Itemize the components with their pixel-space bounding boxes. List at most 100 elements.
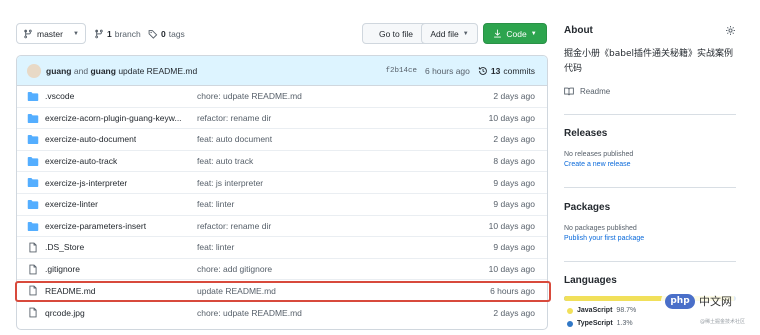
- file-commit-message[interactable]: refactor: rename dir: [197, 113, 271, 123]
- file-date: 10 days ago: [488, 264, 535, 275]
- file-commit-message[interactable]: chore: add gitignore: [197, 264, 272, 274]
- file-name[interactable]: exercize-acorn-plugin-guang-keyw...: [45, 113, 182, 123]
- language-percent: 1.3%: [616, 320, 633, 327]
- commits-count: 13: [490, 66, 501, 76]
- file-row[interactable]: README.md update README.md 6 hours ago: [17, 280, 547, 302]
- language-typescript[interactable]: TypeScript 1.3%: [567, 320, 633, 327]
- go-to-file-button[interactable]: Go to file: [362, 23, 430, 44]
- file-commit-message[interactable]: feat: auto document: [197, 134, 272, 144]
- commit-message[interactable]: update README.md: [118, 66, 197, 76]
- file-row[interactable]: .vscode chore: udpate README.md 2 days ago: [17, 86, 547, 108]
- watermark-text: 中文网: [699, 295, 732, 308]
- file-name[interactable]: exercize-js-interpreter: [45, 178, 127, 188]
- file-name[interactable]: exercize-parameters-insert: [45, 221, 146, 231]
- file-name[interactable]: .DS_Store: [45, 242, 84, 252]
- file-icon: [29, 285, 37, 296]
- file-row[interactable]: exercize-linter feat: linter 9 days ago: [17, 194, 547, 216]
- language-dot-icon: [567, 320, 573, 327]
- file-row[interactable]: .DS_Store feat: linter 9 days ago: [17, 237, 547, 259]
- file-commit-message[interactable]: feat: auto track: [197, 156, 253, 166]
- folder-icon: [27, 113, 39, 123]
- commit-and: and: [73, 65, 89, 76]
- packages-empty-text: No packages published: [564, 225, 637, 232]
- file-commit-message[interactable]: feat: linter: [197, 199, 234, 209]
- chevron-down-icon: ▼: [462, 30, 469, 37]
- file-row[interactable]: exercize-acorn-plugin-guang-keyw... refac…: [17, 108, 547, 130]
- file-name[interactable]: .vscode: [45, 91, 74, 101]
- file-icon: [29, 242, 37, 253]
- tags-link[interactable]: 0 tags: [148, 23, 185, 44]
- language-percent: 98.7%: [616, 307, 637, 314]
- branches-label: branch: [114, 28, 141, 39]
- folder-icon: [27, 135, 39, 145]
- folder-icon: [27, 199, 39, 209]
- go-to-file-label: Go to file: [378, 28, 414, 39]
- divider: [564, 114, 736, 115]
- file-commit-message[interactable]: update README.md: [197, 286, 276, 296]
- commits-link[interactable]: 13 commits: [478, 66, 535, 76]
- file-date: 9 days ago: [493, 242, 535, 253]
- file-row[interactable]: exercize-parameters-insert refactor: rena…: [17, 216, 547, 238]
- file-date: 10 days ago: [488, 112, 535, 123]
- branch-select-button[interactable]: master ▼: [16, 23, 86, 44]
- readme-label: Readme: [580, 87, 611, 96]
- file-commit-message[interactable]: refactor: rename dir: [197, 221, 271, 231]
- file-date: 8 days ago: [493, 156, 535, 167]
- create-release-link[interactable]: Create a new release: [564, 161, 631, 168]
- file-row[interactable]: .gitignore chore: add gitignore 10 days ag…: [17, 259, 547, 281]
- avatar[interactable]: [27, 63, 41, 78]
- chevron-down-icon: ▼: [72, 30, 79, 37]
- file-name[interactable]: .gitignore: [45, 264, 80, 274]
- packages-title[interactable]: Packages: [564, 202, 610, 213]
- folder-icon: [27, 178, 39, 188]
- commit-sha[interactable]: f2b14ce: [385, 67, 417, 75]
- file-commit-message[interactable]: feat: js interpreter: [197, 178, 263, 188]
- chevron-down-icon: ▼: [530, 30, 537, 37]
- commit-coauthor[interactable]: guang: [90, 66, 116, 76]
- folder-icon: [27, 156, 39, 166]
- language-name: TypeScript: [577, 320, 613, 327]
- divider: [564, 187, 736, 188]
- code-button[interactable]: Code ▼: [483, 23, 547, 44]
- file-row[interactable]: exercize-auto-document feat: auto documen…: [17, 129, 547, 151]
- add-file-button[interactable]: Add file ▼: [421, 23, 478, 44]
- tags-count: 0: [161, 28, 166, 39]
- download-icon: [494, 29, 502, 38]
- file-name[interactable]: exercize-linter: [45, 199, 98, 209]
- file-name[interactable]: qrcode.jpg: [45, 308, 85, 318]
- divider: [564, 261, 736, 262]
- file-row[interactable]: qrcode.jpg chore: udpate README.md 2 days …: [17, 302, 547, 324]
- file-row[interactable]: exercize-js-interpreter feat: js interpre…: [17, 172, 547, 194]
- file-date: 2 days ago: [493, 91, 535, 102]
- publish-package-link[interactable]: Publish your first package: [564, 235, 644, 242]
- file-list: .vscode chore: udpate README.md 2 days ago…: [17, 86, 547, 324]
- file-icon: [29, 307, 37, 318]
- watermark-badge: php 中文网: [661, 290, 741, 312]
- branches-count: 1: [107, 28, 112, 39]
- gear-icon[interactable]: [725, 25, 736, 36]
- file-name[interactable]: exercize-auto-document: [45, 134, 136, 144]
- commit-time[interactable]: 6 hours ago: [425, 66, 470, 76]
- file-date: 6 hours ago: [490, 285, 535, 296]
- branches-link[interactable]: 1 branch: [94, 23, 141, 44]
- file-date: 10 days ago: [488, 220, 535, 231]
- file-commit-message[interactable]: feat: linter: [197, 242, 234, 252]
- git-branch-icon: [24, 29, 32, 38]
- language-javascript[interactable]: JavaScript 98.7%: [567, 307, 636, 314]
- releases-empty-text: No releases published: [564, 151, 634, 158]
- file-date: 9 days ago: [493, 177, 535, 188]
- file-name[interactable]: exercize-auto-track: [45, 156, 117, 166]
- repo-description: 掘金小册《babel插件通关秘籍》实战案例代码: [564, 49, 733, 74]
- file-row[interactable]: exercize-auto-track feat: auto track 8 day…: [17, 151, 547, 173]
- code-label: Code: [506, 28, 527, 39]
- tags-label: tags: [168, 28, 185, 39]
- file-commit-message[interactable]: chore: udpate README.md: [197, 91, 302, 101]
- readme-link[interactable]: Readme: [564, 87, 610, 96]
- file-commit-message[interactable]: chore: udpate README.md: [197, 308, 302, 318]
- commit-author[interactable]: guang: [46, 66, 72, 76]
- add-file-label: Add file: [430, 28, 459, 39]
- releases-title[interactable]: Releases: [564, 128, 607, 139]
- file-name[interactable]: README.md: [45, 286, 96, 296]
- about-title: About: [564, 25, 593, 36]
- about-header: About: [564, 25, 736, 39]
